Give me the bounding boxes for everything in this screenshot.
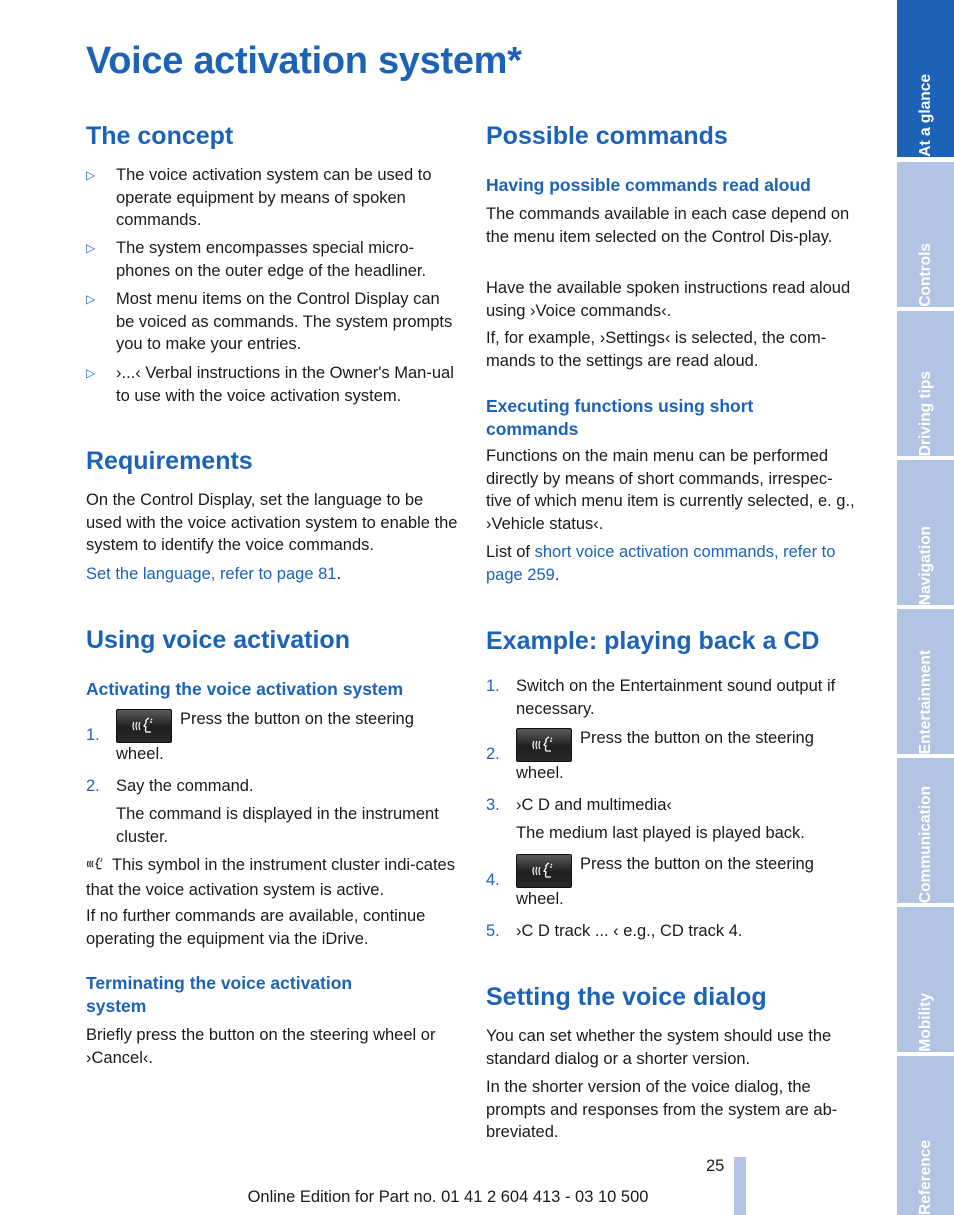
voice-button[interactable] <box>516 728 572 762</box>
possible-heading: Possible commands <box>486 122 728 150</box>
tab-driving-tips[interactable]: Driving tips <box>897 311 954 456</box>
symbol-note: This symbol in the instrument cluster in… <box>86 856 455 899</box>
footer-edition: Online Edition for Part no. 01 41 2 604 … <box>247 1188 649 1206</box>
activating-step: 1. Press the button on the steering whee… <box>86 709 414 763</box>
tab-entertainment[interactable]: Entertainment <box>897 609 954 754</box>
step3-note: The medium last played is played back. <box>516 824 805 842</box>
voice-icon <box>532 862 553 878</box>
triangle-bullet-icon: ▷ <box>86 241 96 255</box>
possible-p2: Have the available spoken instructions r… <box>486 279 851 320</box>
example-step: 3. ›C D and multimedia‹ <box>486 796 672 814</box>
page-title: Voice activation system* <box>86 40 522 82</box>
requirements-text: On the Control Display, set the language… <box>86 491 458 555</box>
concept-bullet: ▷ The voice activation system can be use… <box>86 166 432 230</box>
dialog-p1: You can set whether the system should us… <box>486 1027 832 1068</box>
voice-icon <box>132 717 153 733</box>
example-step: 5. ›C D track ... ‹ e.g., CD track 4. <box>486 922 743 940</box>
tab-mobility[interactable]: Mobility <box>897 907 954 1052</box>
possible-p4: Functions on the main menu can be perfor… <box>486 447 855 533</box>
requirements-heading: Requirements <box>86 447 253 475</box>
tab-reference[interactable]: Reference <box>897 1056 954 1215</box>
read-aloud-heading: Having possible commands read aloud <box>486 175 811 195</box>
terminating-heading: Terminating the voice activation system <box>86 973 353 1016</box>
example-step: 4. Press the button on the steering whee… <box>486 854 814 908</box>
dialog-heading: Setting the voice dialog <box>486 983 767 1011</box>
tab-controls[interactable]: Controls <box>897 162 954 307</box>
voice-icon <box>532 736 553 752</box>
voice-button[interactable] <box>516 854 572 888</box>
step2-note: The command is displayed in the instrume… <box>116 805 439 846</box>
tab-navigation[interactable]: Navigation <box>897 460 954 605</box>
requirements-link-line: Set the language, refer to page 81. <box>86 565 342 583</box>
possible-p3: If, for example, ›Settings‹ is selected,… <box>486 329 827 370</box>
example-heading: Example: playing back a CD <box>486 627 820 655</box>
voice-button[interactable] <box>116 709 172 743</box>
terminating-text: Briefly press the button on the steering… <box>86 1026 436 1067</box>
tab-communication[interactable]: Communication <box>897 758 954 903</box>
short-commands-link[interactable]: short voice activation commands, refer t… <box>486 543 835 584</box>
concept-bullet: ▷ Most menu items on the Control Display… <box>86 290 453 354</box>
short-commands-list: List of short voice activation commands,… <box>486 543 836 584</box>
dialog-p2: In the shorter version of the voice dial… <box>486 1078 838 1142</box>
voice-symbol-icon <box>86 856 106 879</box>
concept-heading: The concept <box>86 122 234 150</box>
set-language-link[interactable]: Set the language, refer to page 81 <box>86 565 336 583</box>
tab-at-a-glance[interactable]: At a glance <box>897 0 954 157</box>
no-further-text: If no further commands are available, co… <box>86 907 426 948</box>
triangle-bullet-icon: ▷ <box>86 366 96 380</box>
short-commands-heading: Executing functions using short commands <box>486 396 754 439</box>
chapter-tabs: At a glance Controls Driving tips Naviga… <box>897 0 954 1215</box>
page-number: 25 <box>706 1157 725 1175</box>
using-heading: Using voice activation <box>86 626 350 654</box>
activating-heading: Activating the voice activation system <box>86 679 404 699</box>
example-step: 1. Switch on the Entertainment sound out… <box>486 677 836 718</box>
triangle-bullet-icon: ▷ <box>86 292 96 306</box>
possible-p1: The commands available in each case depe… <box>486 205 850 246</box>
concept-bullet: ▷ The system encompasses special micro-p… <box>86 239 427 280</box>
activating-step: 2. Say the command. <box>86 777 254 795</box>
example-step: 2. Press the button on the steering whee… <box>486 728 814 782</box>
triangle-bullet-icon: ▷ <box>86 168 96 182</box>
concept-bullet: ▷ ›...‹ Verbal instructions in the Owner… <box>86 364 454 405</box>
